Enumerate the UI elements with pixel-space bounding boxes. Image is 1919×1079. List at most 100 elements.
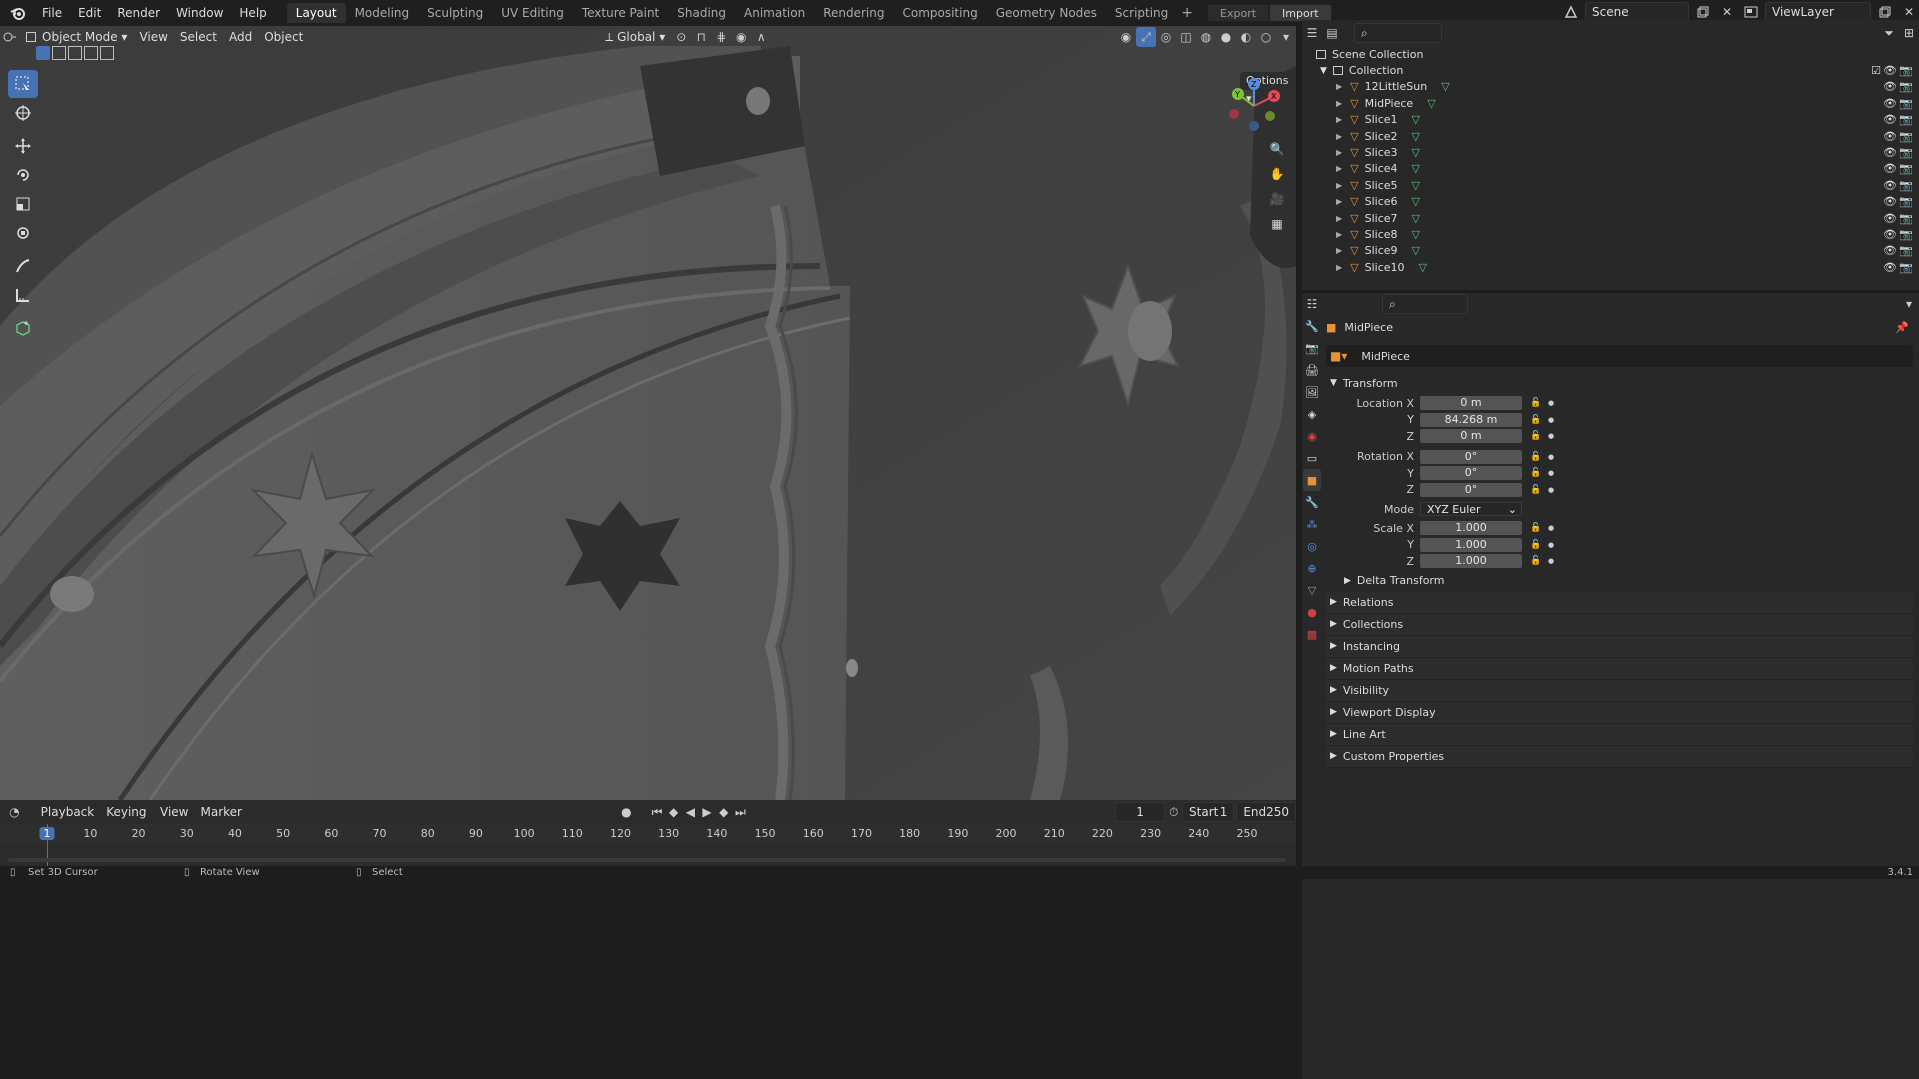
new-viewlayer-icon[interactable] — [1875, 2, 1895, 22]
delta-transform-header[interactable]: ▶ Delta Transform — [1326, 570, 1913, 592]
tab-uv-editing[interactable]: UV Editing — [492, 3, 573, 23]
outliner-item[interactable]: ▶ ▽ Slice10 ▽ 👁 📷 — [1302, 259, 1919, 275]
xray-icon[interactable]: ◫ — [1176, 27, 1196, 47]
lock-icon[interactable]: 🔓 — [1530, 485, 1541, 495]
add-menu[interactable]: Add — [223, 27, 258, 47]
particles-tab-icon[interactable]: ⁂ — [1303, 513, 1321, 535]
measure-tool-icon[interactable] — [8, 281, 38, 309]
select-extend-icon[interactable] — [52, 46, 66, 60]
playback-menu[interactable]: Playback ▾ — [35, 802, 101, 839]
expand-chevron-icon[interactable]: ▶ — [1336, 164, 1342, 173]
add-workspace-icon[interactable]: + — [1181, 5, 1193, 21]
mesh-data-icon[interactable]: ▽ — [1412, 113, 1420, 126]
eye-icon[interactable]: 👁 — [1883, 130, 1897, 143]
render-tab-icon[interactable]: 📷 — [1303, 337, 1321, 359]
timeline-view-menu[interactable]: View — [154, 802, 194, 822]
delete-scene-icon[interactable]: ✕ — [1717, 2, 1737, 22]
eye-icon[interactable]: 👁 — [1883, 80, 1897, 93]
select-subtract-icon[interactable] — [68, 46, 82, 60]
mesh-data-icon[interactable]: ▽ — [1412, 162, 1420, 175]
outliner-editor-icon[interactable]: ☰ — [1302, 23, 1322, 43]
eye-icon[interactable]: 👁 — [1883, 261, 1897, 274]
transform-value-field[interactable]: 0 m — [1420, 396, 1522, 411]
mesh-data-icon[interactable]: ▽ — [1412, 146, 1420, 159]
object-menu[interactable]: Object — [258, 27, 309, 47]
mesh-data-icon[interactable]: ▽ — [1412, 195, 1420, 208]
camera-render-icon[interactable]: 📷 — [1899, 146, 1913, 159]
pan-hand-icon[interactable]: ✋ — [1266, 163, 1288, 185]
filter-icon[interactable]: ⏷ — [1879, 23, 1899, 43]
annotate-tool-icon[interactable] — [8, 252, 38, 280]
keyframe-dot-icon[interactable]: ● — [1548, 416, 1554, 424]
keyframe-dot-icon[interactable]: ● — [1548, 524, 1554, 532]
lock-icon[interactable]: 🔓 — [1530, 431, 1541, 441]
preview-range-icon[interactable]: ⏱ — [1165, 802, 1182, 822]
mesh-data-icon[interactable]: ▽ — [1412, 130, 1420, 143]
data-tab-icon[interactable]: ▽ — [1303, 579, 1321, 601]
eye-icon[interactable]: 👁 — [1883, 244, 1897, 257]
mesh-data-icon[interactable]: ▽ — [1419, 261, 1427, 274]
add-cube-tool-icon[interactable] — [8, 314, 38, 342]
tab-shading[interactable]: Shading — [668, 3, 735, 23]
outliner-item[interactable]: ▶ ▽ Slice4 ▽ 👁 📷 — [1302, 161, 1919, 177]
modifier-tab-icon[interactable]: 🔧 — [1303, 491, 1321, 513]
camera-render-icon[interactable]: 📷 — [1899, 261, 1913, 274]
mesh-data-icon[interactable]: ▽ — [1427, 97, 1435, 110]
transform-value-field[interactable]: 0 m — [1420, 429, 1522, 444]
outliner-item[interactable]: ▶ ▽ Slice8 ▽ 👁 📷 — [1302, 226, 1919, 242]
new-collection-icon[interactable]: ⊞ — [1899, 23, 1919, 43]
tab-animation[interactable]: Animation — [735, 3, 814, 23]
marker-menu[interactable]: Marker — [195, 802, 248, 822]
outliner-item[interactable]: ▶ ▽ Slice7 ▽ 👁 📷 — [1302, 210, 1919, 226]
mesh-data-icon[interactable]: ▽ — [1412, 244, 1420, 257]
properties-editor-icon[interactable]: ☷ — [1302, 294, 1322, 314]
keyframe-dot-icon[interactable]: ● — [1548, 541, 1554, 549]
expand-chevron-icon[interactable]: ▶ — [1336, 99, 1342, 108]
keyframe-dot-icon[interactable]: ● — [1548, 432, 1554, 440]
transform-value-field[interactable]: 0° — [1420, 449, 1522, 464]
scale-tool-icon[interactable] — [8, 190, 38, 218]
menu-window[interactable]: Window — [168, 6, 231, 20]
editor-type-3d-viewport-icon[interactable] — [0, 27, 20, 47]
end-frame-field[interactable]: End 250 — [1236, 802, 1297, 822]
camera-render-icon[interactable]: 📷 — [1899, 212, 1913, 225]
lock-icon[interactable]: 🔓 — [1530, 398, 1541, 408]
scene-field[interactable]: Scene — [1585, 2, 1689, 22]
transform-value-field[interactable]: 1.000 — [1420, 521, 1522, 536]
menu-edit[interactable]: Edit — [70, 6, 109, 20]
transform-value-field[interactable]: 84.268 m — [1420, 412, 1522, 427]
camera-render-icon[interactable]: 📷 — [1899, 97, 1913, 110]
tab-scripting[interactable]: Scripting — [1106, 3, 1177, 23]
tab-texture-paint[interactable]: Texture Paint — [573, 3, 668, 23]
expand-chevron-icon[interactable]: ▶ — [1336, 115, 1342, 124]
tab-layout[interactable]: Layout — [286, 3, 346, 23]
blender-logo-icon[interactable] — [8, 3, 28, 23]
display-mode-icon[interactable]: ▤ — [1322, 23, 1342, 43]
object-datablock-field[interactable]: ■▾ MidPiece — [1326, 345, 1913, 367]
camera-view-icon[interactable]: 🎥 — [1266, 188, 1288, 210]
mesh-data-icon[interactable]: ▽ — [1412, 228, 1420, 241]
eye-icon[interactable]: 👁 — [1883, 195, 1897, 208]
play-icon[interactable]: ▶ — [699, 802, 716, 822]
outliner-item[interactable]: ▶ ▽ MidPiece ▽ 👁 📷 — [1302, 95, 1919, 111]
timeline-scrollbar[interactable] — [8, 858, 1286, 862]
visibility-selectability-icon[interactable]: ◉ — [1116, 27, 1136, 47]
menu-file[interactable]: File — [34, 6, 70, 20]
jump-end-icon[interactable]: ⏭ — [732, 802, 749, 822]
start-frame-field[interactable]: Start 1 — [1182, 802, 1235, 822]
menu-help[interactable]: Help — [231, 6, 274, 20]
collection-tab-icon[interactable]: ▭ — [1303, 447, 1321, 469]
eye-icon[interactable]: 👁 — [1883, 179, 1897, 192]
texture-tab-icon[interactable]: ▩ — [1303, 623, 1321, 645]
lock-icon[interactable]: 🔓 — [1530, 415, 1541, 425]
outliner-search-input[interactable]: ⌕ — [1354, 23, 1442, 43]
lock-icon[interactable]: 🔓 — [1530, 468, 1541, 478]
lock-icon[interactable]: 🔓 — [1530, 452, 1541, 462]
keyframe-dot-icon[interactable]: ● — [1548, 557, 1554, 565]
move-tool-icon[interactable] — [8, 132, 38, 160]
physics-tab-icon[interactable]: ◎ — [1303, 535, 1321, 557]
section-custom-properties[interactable]: ▶ Custom Properties — [1326, 745, 1913, 768]
outliner-item[interactable]: ▶ ▽ 12LittleSun ▽ 👁 📷 — [1302, 79, 1919, 95]
timeline-editor-icon[interactable]: ◔ — [6, 802, 23, 822]
viewlayer-field[interactable]: ViewLayer — [1765, 2, 1871, 22]
